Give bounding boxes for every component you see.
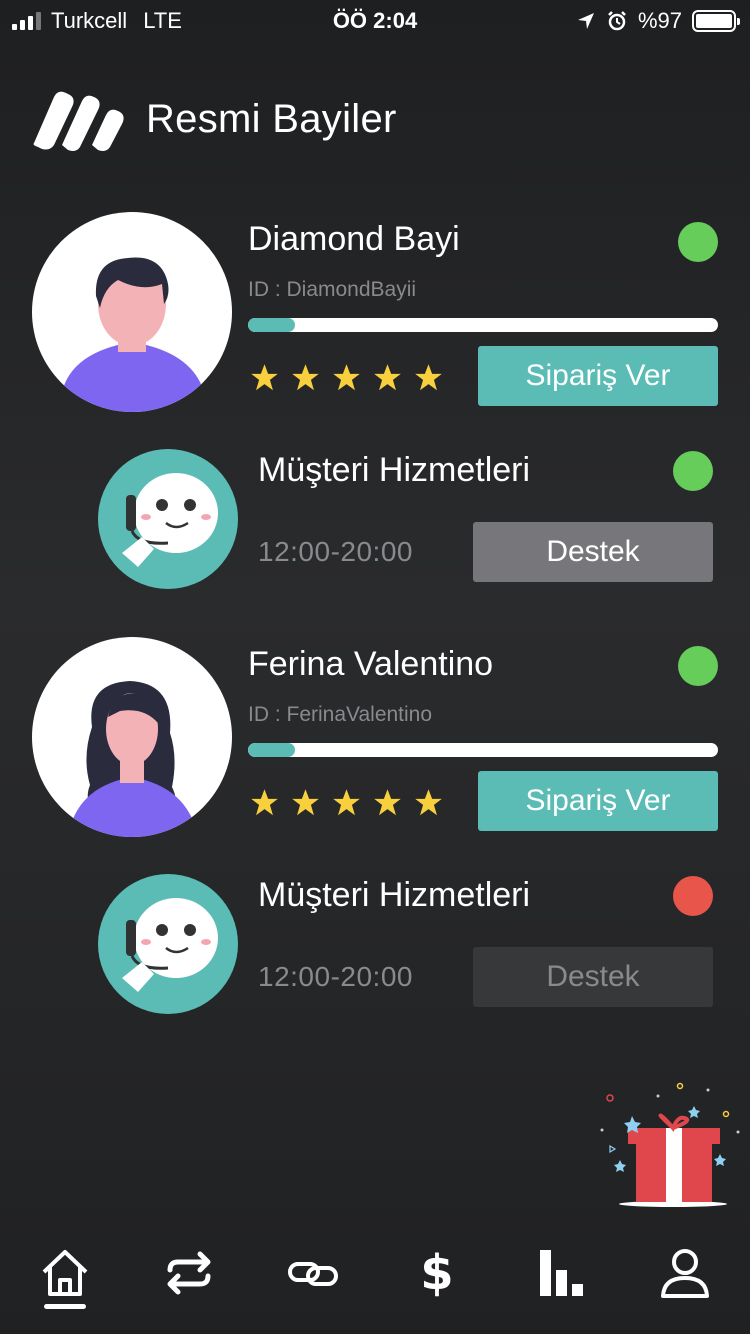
status-dot [678,222,718,262]
support-hours: 12:00-20:00 [258,536,413,567]
dealer-id: ID : DiamondBayii [248,278,417,301]
tab-home[interactable] [34,1242,96,1304]
dealer-name: Ferina Valentino [248,645,494,683]
support-title: Müşteri Hizmetleri [258,876,531,914]
profile-icon [661,1249,709,1298]
support-button[interactable]: Destek [473,947,713,1007]
star-icon [251,789,278,816]
header: Resmi Bayiler [32,84,397,154]
star-icon [333,364,360,391]
tab-stats[interactable] [530,1242,592,1304]
support-status-dot [673,876,713,916]
dealer-id: ID : FerinaValentino [248,703,433,726]
transfer-icon [167,1251,211,1295]
rating-stars [250,788,443,817]
dealer-avatar[interactable] [32,637,232,837]
star-icon [333,789,360,816]
order-button[interactable]: Sipariş Ver [478,771,718,831]
stats-icon [540,1250,583,1296]
home-icon [42,1250,88,1296]
support-agent-icon [122,898,218,992]
star-icon [374,364,401,391]
star-icon [292,789,319,816]
male-avatar-icon [62,257,204,412]
progress-bar [248,743,718,757]
gift-icon[interactable] [598,1080,748,1210]
rating-stars [250,363,443,392]
support-avatar [98,449,238,589]
star-icon [374,789,401,816]
dollar-icon: $ [420,1245,454,1301]
location-arrow-icon [577,13,594,29]
tab-dollar[interactable]: $ [406,1242,468,1304]
tab-profile[interactable] [654,1242,716,1304]
support-title: Müşteri Hizmetleri [258,451,531,489]
star-icon [251,364,278,391]
active-tab-indicator [44,1304,86,1309]
status-bar: Turkcell LTE ÖÖ 2:04 %97 [0,0,750,40]
tab-bar: $ [0,1230,750,1330]
battery-percent: %97 [637,8,682,33]
support-agent-icon [122,473,218,567]
star-icon [292,364,319,391]
order-button[interactable]: Sipariş Ver [478,346,718,406]
dealer-name: Diamond Bayi [248,220,460,258]
progress-fill [248,743,295,757]
link-icon [288,1262,338,1286]
support-button[interactable]: Destek [473,522,713,582]
female-avatar-icon [68,681,198,837]
page-title: Resmi Bayiler [146,96,397,141]
support-status-dot [673,451,713,491]
star-icon [415,789,442,816]
progress-fill [248,318,295,332]
tab-link[interactable] [282,1242,344,1304]
progress-bar [248,318,718,332]
support-hours: 12:00-20:00 [258,961,413,992]
brand-logo-icon [33,91,124,151]
status-dot [678,646,718,686]
alarm-icon [608,11,626,31]
tab-transfer[interactable] [158,1242,220,1304]
support-avatar [98,874,238,1014]
battery-icon [692,10,740,32]
star-icon [415,364,442,391]
dealer-avatar[interactable] [32,212,232,412]
